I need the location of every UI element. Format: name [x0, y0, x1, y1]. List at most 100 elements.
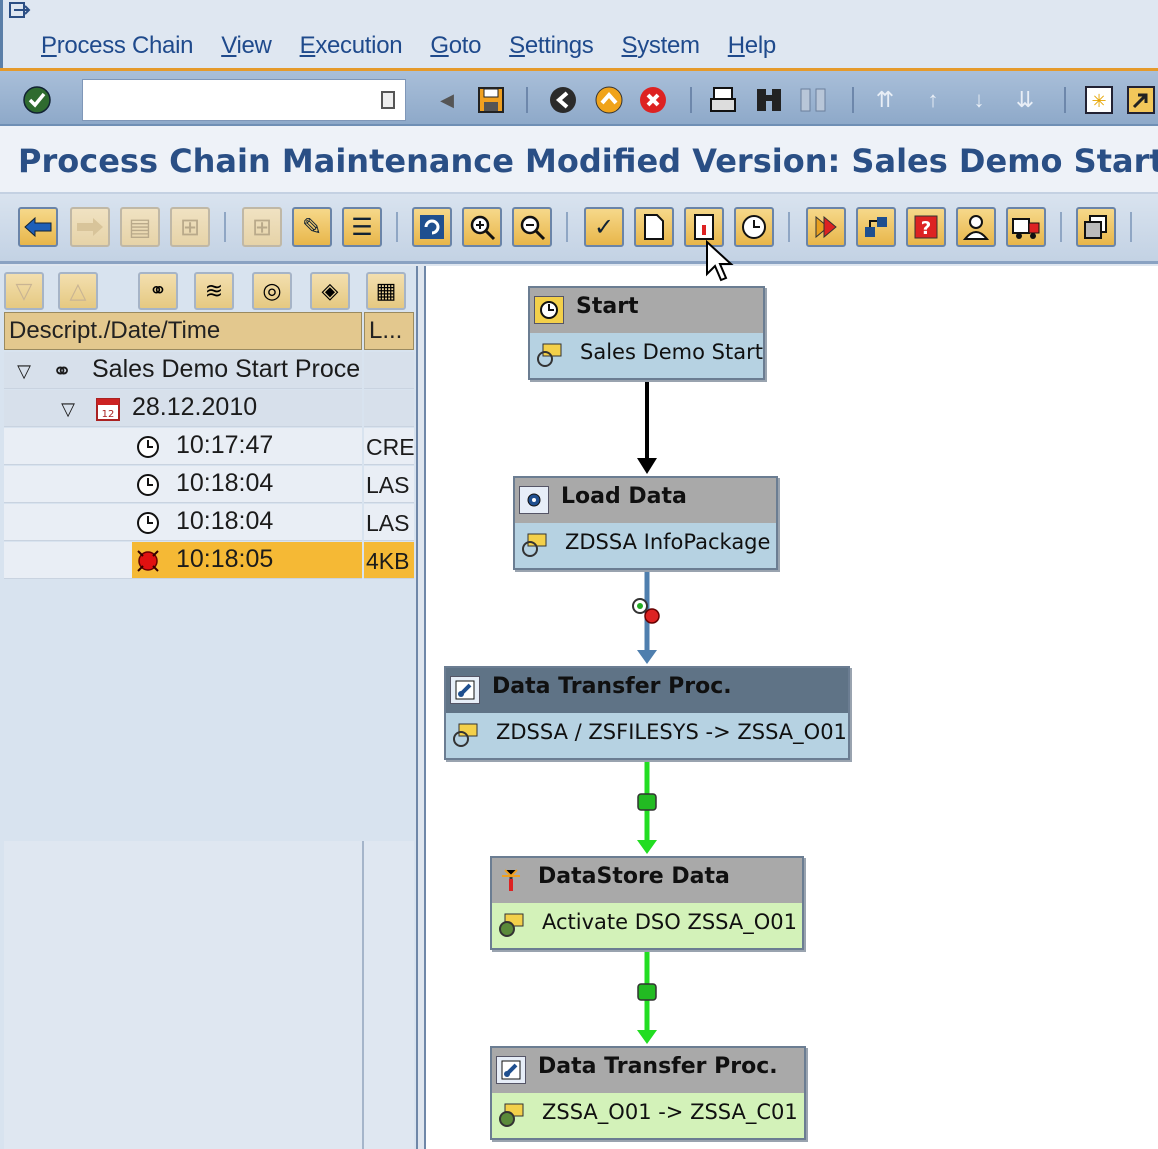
variant-icon — [496, 911, 528, 939]
collapse-triangle-icon[interactable]: ▽ — [54, 395, 82, 423]
tree-row-date[interactable]: ▽ 12 28.12.2010 — [4, 390, 414, 427]
execute-icon[interactable] — [806, 207, 846, 247]
tree-row-label: 28.12.2010 — [132, 393, 258, 421]
tree-row-side — [364, 352, 414, 389]
enter-icon[interactable] — [20, 83, 54, 117]
title-bar: Process Chain Maintenance Modified Versi… — [0, 126, 1158, 194]
chain-icon[interactable]: ⚭ — [138, 272, 178, 310]
edge-arrowhead — [637, 840, 657, 854]
calendar-icon: 12 — [94, 395, 122, 423]
node-subtitle: ZDSSA InfoPackage — [565, 530, 771, 554]
chain-link-icon: ⚭ — [51, 357, 73, 385]
log-icon[interactable]: ☰ — [342, 207, 382, 247]
process-node-dtp-2[interactable]: Data Transfer Proc. ZSSA_O01 -> ZSSA_C01 — [490, 1046, 806, 1140]
zoom-out-icon[interactable] — [512, 207, 552, 247]
print-icon[interactable] — [706, 83, 740, 117]
user-icon[interactable] — [956, 207, 996, 247]
sort-icon[interactable]: ≋ — [194, 272, 234, 310]
layout-icon[interactable]: ▦ — [366, 272, 406, 310]
cancel-icon[interactable] — [636, 83, 670, 117]
zoom-in-icon[interactable] — [462, 207, 502, 247]
variant-icon — [519, 531, 551, 559]
expand-all-icon[interactable]: ▽ — [4, 272, 44, 310]
save-icon[interactable] — [474, 83, 508, 117]
target-icon[interactable]: ◎ — [252, 272, 292, 310]
first-page-icon[interactable]: ⇈ — [868, 83, 902, 117]
process-node-load-data[interactable]: Load Data ZDSSA InfoPackage — [513, 476, 778, 570]
variant-icon — [450, 721, 482, 749]
help-icon[interactable]: ? — [906, 207, 946, 247]
column-description[interactable]: Descript./Date/Time — [4, 312, 362, 350]
success-condition-icon[interactable] — [637, 983, 657, 1001]
menu-execution[interactable]: Execution — [300, 32, 403, 60]
menu-view[interactable]: View — [221, 32, 272, 60]
edge-arrowhead — [637, 458, 657, 474]
always-condition-icon[interactable] — [632, 598, 660, 624]
collapse-all-icon[interactable]: △ — [58, 272, 98, 310]
menu-bar: Process Chain View Execution Goto Settin… — [0, 0, 1158, 68]
edge-arrowhead — [637, 650, 657, 664]
check-icon[interactable]: ✓ — [584, 207, 624, 247]
back-icon[interactable] — [546, 83, 580, 117]
previous-object-icon[interactable] — [18, 207, 58, 247]
schedule-icon[interactable] — [734, 207, 774, 247]
success-condition-icon[interactable] — [637, 793, 657, 811]
start-clock-icon — [534, 296, 564, 324]
menu-items: Process Chain View Execution Goto Settin… — [41, 32, 804, 60]
node-title: Data Transfer Proc. — [492, 674, 732, 699]
menu-settings[interactable]: Settings — [509, 32, 594, 60]
shortcut-icon[interactable] — [1124, 83, 1158, 117]
transport-icon[interactable] — [1006, 207, 1046, 247]
tree-row-chain[interactable]: ▽ ⚭ Sales Demo Start Proce — [4, 352, 414, 389]
menu-help[interactable]: Help — [728, 32, 776, 60]
dtp-icon — [496, 1056, 526, 1084]
tag-icon[interactable]: ◈ — [310, 272, 350, 310]
application-toolbar: ▤ ⊞ ⊞ ✎ ☰ ✓ ? — [0, 194, 1158, 264]
tree-empty-area — [4, 841, 414, 1149]
find-icon[interactable] — [752, 83, 786, 117]
tree-row-side: LAS — [364, 466, 414, 503]
next-object-icon[interactable] — [70, 207, 110, 247]
clock-icon — [134, 509, 162, 537]
collapse-triangle-icon[interactable]: ▽ — [10, 357, 38, 385]
node-title: Start — [576, 294, 639, 319]
svg-text:?: ? — [921, 218, 931, 239]
command-field[interactable] — [82, 79, 406, 121]
previous-page-icon[interactable]: ↑ — [916, 83, 950, 117]
refresh-icon[interactable] — [412, 207, 452, 247]
svg-text:✳: ✳ — [1091, 91, 1106, 112]
new-session-icon[interactable]: ✳ — [1082, 83, 1116, 117]
tree-row-time[interactable]: 10:18:04 LAS — [4, 466, 414, 503]
process-node-dtp-1[interactable]: Data Transfer Proc. ZDSSA / ZSFILESYS ->… — [444, 666, 850, 760]
find-next-icon[interactable] — [796, 83, 830, 117]
next-page-icon[interactable]: ↓ — [962, 83, 996, 117]
new-document-icon[interactable] — [634, 207, 674, 247]
clock-icon — [134, 471, 162, 499]
copy-icon[interactable] — [1076, 207, 1116, 247]
tree-row-time[interactable]: 10:17:47 CRE. — [4, 428, 414, 465]
overview-icon[interactable]: ⊞ — [242, 207, 282, 247]
process-chain-canvas[interactable]: Start Sales Demo Start Load Data ZDSSA I… — [424, 266, 1158, 1149]
system-menu-icon[interactable] — [9, 2, 31, 20]
menu-process-chain[interactable]: Process Chain — [41, 32, 193, 60]
last-page-icon[interactable]: ⇊ — [1008, 83, 1042, 117]
display-change-icon[interactable]: ✎ — [292, 207, 332, 247]
tree-row-label: 10:18:04 — [176, 469, 274, 497]
tree-row-time-selected[interactable]: 10:18:05 4KB — [4, 542, 414, 579]
process-node-start[interactable]: Start Sales Demo Start — [528, 286, 765, 380]
back-arrow-icon[interactable]: ◀ — [430, 83, 464, 117]
hierarchy-icon[interactable]: ⊞ — [170, 207, 210, 247]
node-subtitle: Sales Demo Start — [580, 340, 763, 364]
load-gear-icon — [519, 486, 549, 514]
tree-row-time[interactable]: 10:18:04 LAS — [4, 504, 414, 541]
column-log[interactable]: L... — [364, 312, 414, 350]
list-icon[interactable]: ▤ — [120, 207, 160, 247]
command-history-icon[interactable] — [381, 91, 395, 109]
error-status-icon — [134, 547, 162, 575]
tree-row-side: 4KB — [364, 542, 414, 579]
menu-system[interactable]: System — [622, 32, 701, 60]
process-node-datastore[interactable]: DataStore Data Activate DSO ZSSA_O01 — [490, 856, 804, 950]
process-types-icon[interactable] — [856, 207, 896, 247]
exit-icon[interactable] — [592, 83, 626, 117]
menu-goto[interactable]: Goto — [430, 32, 481, 60]
